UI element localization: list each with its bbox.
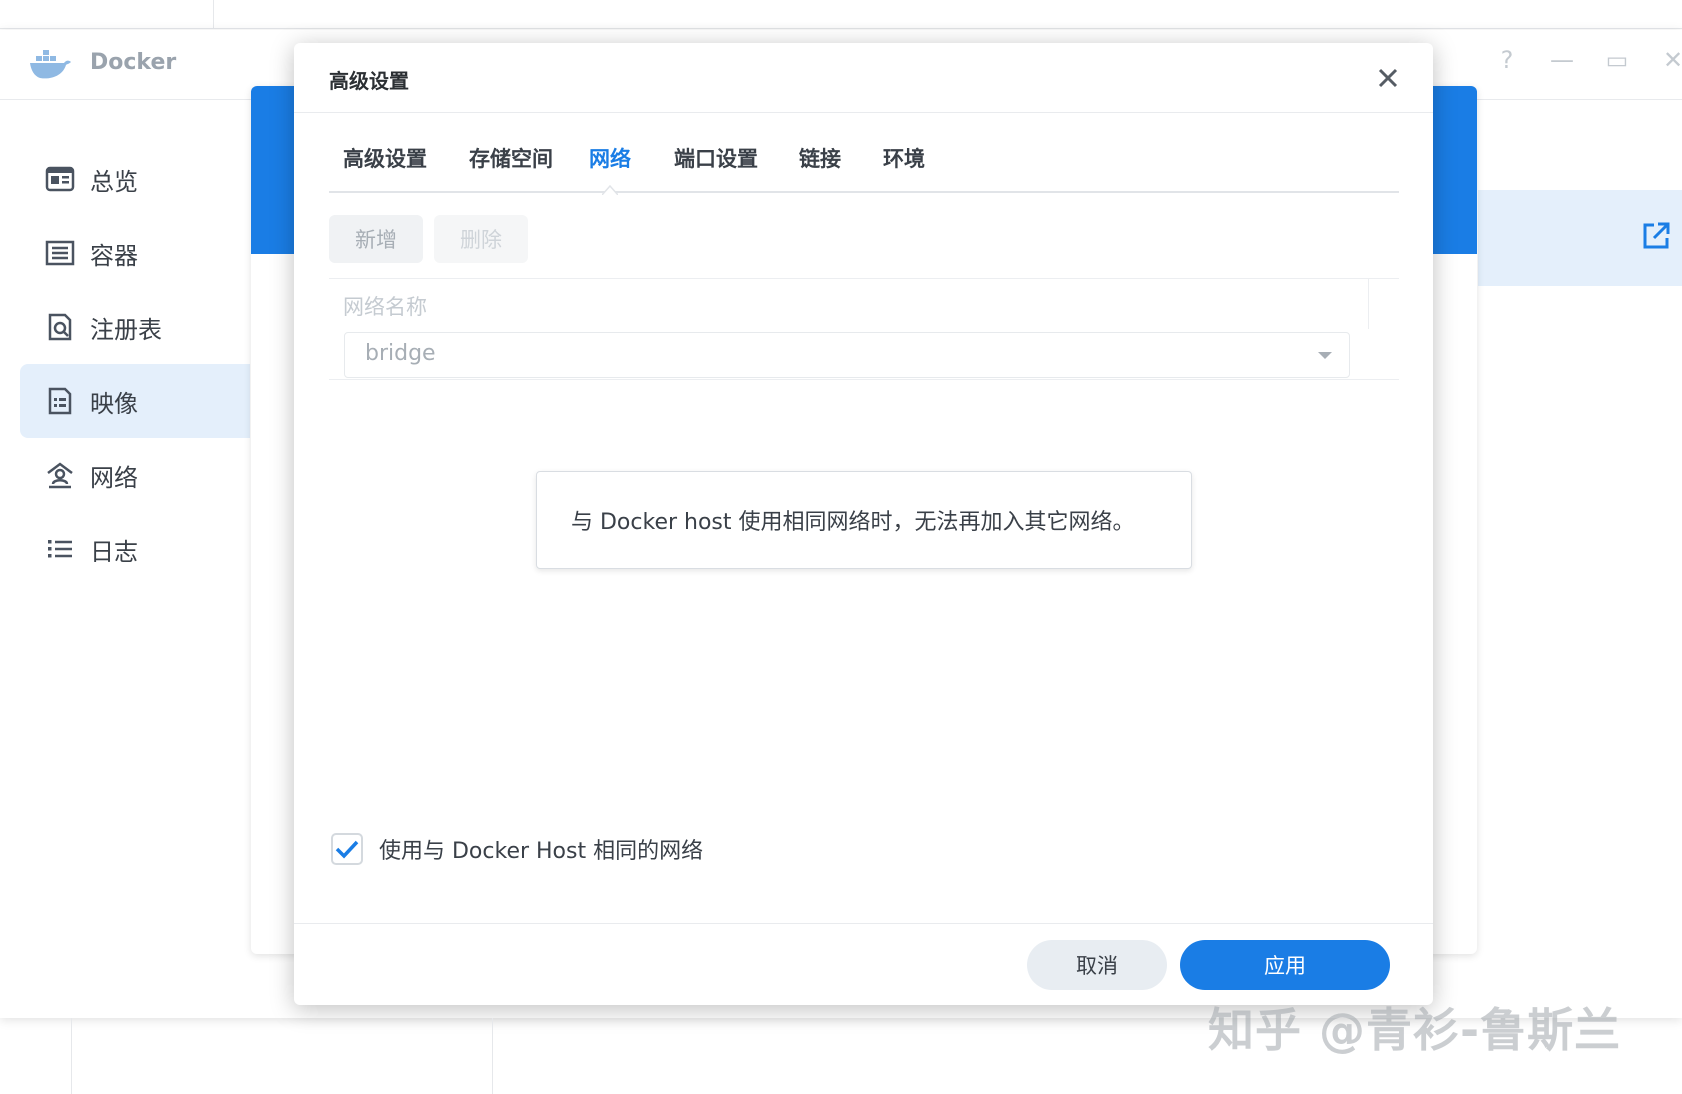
tab-environment[interactable]: 环境: [883, 143, 925, 173]
delete-network-button[interactable]: 删除: [434, 215, 528, 263]
column-divider: [1368, 279, 1369, 329]
help-icon[interactable]: ?: [1490, 46, 1524, 74]
column-header-network-name: 网络名称: [343, 295, 427, 319]
sidebar-item-container[interactable]: 容器: [0, 216, 250, 290]
sidebar-item-image[interactable]: 映像: [20, 364, 250, 438]
close-window-icon[interactable]: ✕: [1656, 46, 1682, 74]
background-divider: [213, 0, 214, 28]
background-divider: [71, 1018, 72, 1094]
active-tab-indicator-icon: [602, 184, 618, 195]
sidebar-item-network[interactable]: 网络: [0, 438, 250, 512]
image-icon: [44, 385, 76, 417]
sidebar-item-overview[interactable]: 总览: [0, 142, 250, 216]
network-select[interactable]: bridge: [344, 332, 1350, 378]
tab-storage[interactable]: 存储空间: [469, 143, 553, 173]
chevron-down-icon: [1318, 352, 1332, 359]
info-tooltip: 与 Docker host 使用相同网络时，无法再加入其它网络。: [536, 471, 1192, 569]
apply-button[interactable]: 应用: [1180, 940, 1390, 990]
tab-network[interactable]: 网络: [589, 143, 631, 173]
network-icon: [44, 459, 76, 491]
docker-logo-icon: [30, 50, 71, 79]
cancel-button[interactable]: 取消: [1027, 940, 1167, 990]
sidebar-item-label: 映像: [90, 389, 138, 418]
network-select-value: bridge: [365, 341, 436, 366]
checkmark-icon: [335, 840, 359, 859]
network-table: 网络名称 bridge: [329, 278, 1399, 380]
tab-links[interactable]: 链接: [799, 143, 841, 173]
advanced-settings-dialog: 高级设置 高级设置 存储空间 网络 端口设置 链接 环境 新增 删除 网络名称 …: [294, 43, 1433, 1005]
overview-icon: [44, 163, 76, 195]
minimize-icon[interactable]: —: [1545, 46, 1579, 74]
sidebar-item-label: 容器: [90, 241, 138, 270]
sidebar-item-label: 网络: [90, 463, 138, 492]
use-host-network-checkbox[interactable]: [331, 833, 363, 865]
add-network-button[interactable]: 新增: [329, 215, 423, 263]
sidebar-item-registry[interactable]: 注册表: [0, 290, 250, 364]
page: Docker ? — ▭ ✕ 总览 容器 注册表 映像 网络 日志 高级设置 高…: [0, 0, 1682, 1094]
use-host-network-option[interactable]: 使用与 Docker Host 相同的网络: [331, 833, 703, 865]
sidebar-item-label: 日志: [90, 537, 138, 566]
background-divider: [492, 1018, 493, 1094]
use-host-network-label: 使用与 Docker Host 相同的网络: [379, 839, 704, 864]
sidebar-item-label: 总览: [90, 167, 138, 196]
tab-port-settings[interactable]: 端口设置: [674, 143, 758, 173]
open-external-icon[interactable]: [1640, 220, 1672, 252]
log-icon: [44, 533, 76, 565]
tab-advanced-settings[interactable]: 高级设置: [343, 143, 427, 173]
close-icon[interactable]: [1371, 61, 1405, 95]
sidebar-item-log[interactable]: 日志: [0, 512, 250, 586]
watermark: 知乎 @青衫-鲁斯兰: [1208, 1003, 1622, 1057]
tab-bar: 高级设置 存储空间 网络 端口设置 链接 环境: [329, 143, 1399, 195]
background-divider: [0, 28, 1682, 29]
registry-icon: [44, 311, 76, 343]
app-title: Docker: [90, 50, 177, 75]
container-icon: [44, 237, 76, 269]
dialog-title: 高级设置: [329, 69, 409, 93]
sidebar: 总览 容器 注册表 映像 网络 日志: [0, 142, 250, 586]
dialog-header: 高级设置: [294, 43, 1433, 113]
sidebar-item-label: 注册表: [90, 315, 162, 344]
maximize-icon[interactable]: ▭: [1600, 46, 1634, 74]
